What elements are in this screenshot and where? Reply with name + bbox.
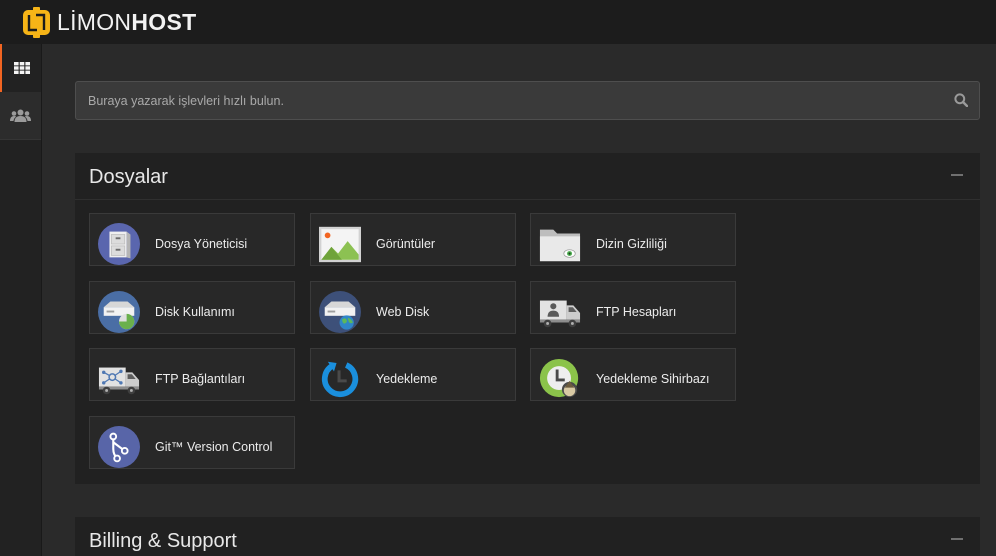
tool-file-manager[interactable]: Dosya Yöneticisi: [89, 213, 295, 266]
web-disk-icon: [319, 291, 361, 333]
sidebar-item-tools[interactable]: [0, 44, 41, 92]
minus-icon[interactable]: [951, 174, 963, 176]
tool-label: Git™ Version Control: [155, 440, 273, 454]
backup-wizard-icon: [539, 358, 581, 400]
panel-header[interactable]: Dosyalar: [75, 153, 980, 200]
tool-label: Disk Kullanımı: [155, 305, 235, 319]
tool-label: Dosya Yöneticisi: [155, 237, 248, 251]
tool-label: Yedekleme Sihirbazı: [596, 372, 710, 386]
tool-web-disk[interactable]: Web Disk: [310, 281, 516, 334]
panel-billing-support: Billing & Support: [75, 517, 980, 556]
tool-label: Dizin Gizliliği: [596, 237, 667, 251]
file-manager-icon: [98, 223, 140, 265]
tool-label: Yedekleme: [376, 372, 438, 386]
tool-directory-privacy[interactable]: Dizin Gizliliği: [530, 213, 736, 266]
tool-backup[interactable]: Yedekleme: [310, 348, 516, 401]
directory-privacy-icon: [539, 223, 581, 265]
grid-icon: [13, 62, 30, 74]
quick-search: [75, 81, 980, 120]
tool-label: Web Disk: [376, 305, 430, 319]
tool-ftp-connections[interactable]: FTP Bağlantıları: [89, 348, 295, 401]
sidebar: [0, 44, 42, 556]
brand-name: LİMONHOST: [57, 7, 196, 38]
sidebar-item-users[interactable]: [0, 92, 41, 140]
brand-logo[interactable]: LİMONHOST: [22, 7, 196, 38]
panel-files: Dosyalar Dosya Yöneticisi Görüntüler Diz…: [75, 153, 980, 484]
panel-body: Dosya Yöneticisi Görüntüler Dizin Gizlil…: [75, 200, 980, 484]
tool-images[interactable]: Görüntüler: [310, 213, 516, 266]
tool-disk-usage[interactable]: Disk Kullanımı: [89, 281, 295, 334]
git-icon: [98, 426, 140, 468]
ftp-accounts-icon: [539, 291, 581, 333]
panel-title: Billing & Support: [89, 530, 237, 552]
search-icon[interactable]: [954, 93, 969, 108]
users-icon: [10, 109, 31, 123]
limon-logo-icon: [22, 7, 51, 38]
disk-usage-icon: [98, 291, 140, 333]
tool-label: Görüntüler: [376, 237, 436, 251]
brand-name-light: LİMON: [57, 9, 132, 35]
top-header: LİMONHOST: [0, 0, 996, 44]
search-input[interactable]: [76, 82, 979, 119]
minus-icon[interactable]: [951, 538, 963, 540]
ftp-connections-icon: [98, 358, 140, 400]
tool-label: FTP Hesapları: [596, 305, 677, 319]
brand-name-bold: HOST: [131, 9, 197, 35]
panel-title: Dosyalar: [89, 166, 168, 188]
tool-git-version-control[interactable]: Git™ Version Control: [89, 416, 295, 469]
backup-icon: [319, 358, 361, 400]
panel-header[interactable]: Billing & Support: [75, 517, 980, 556]
images-icon: [319, 223, 361, 265]
tool-label: FTP Bağlantıları: [155, 372, 246, 386]
tool-backup-wizard[interactable]: Yedekleme Sihirbazı: [530, 348, 736, 401]
tool-ftp-accounts[interactable]: FTP Hesapları: [530, 281, 736, 334]
